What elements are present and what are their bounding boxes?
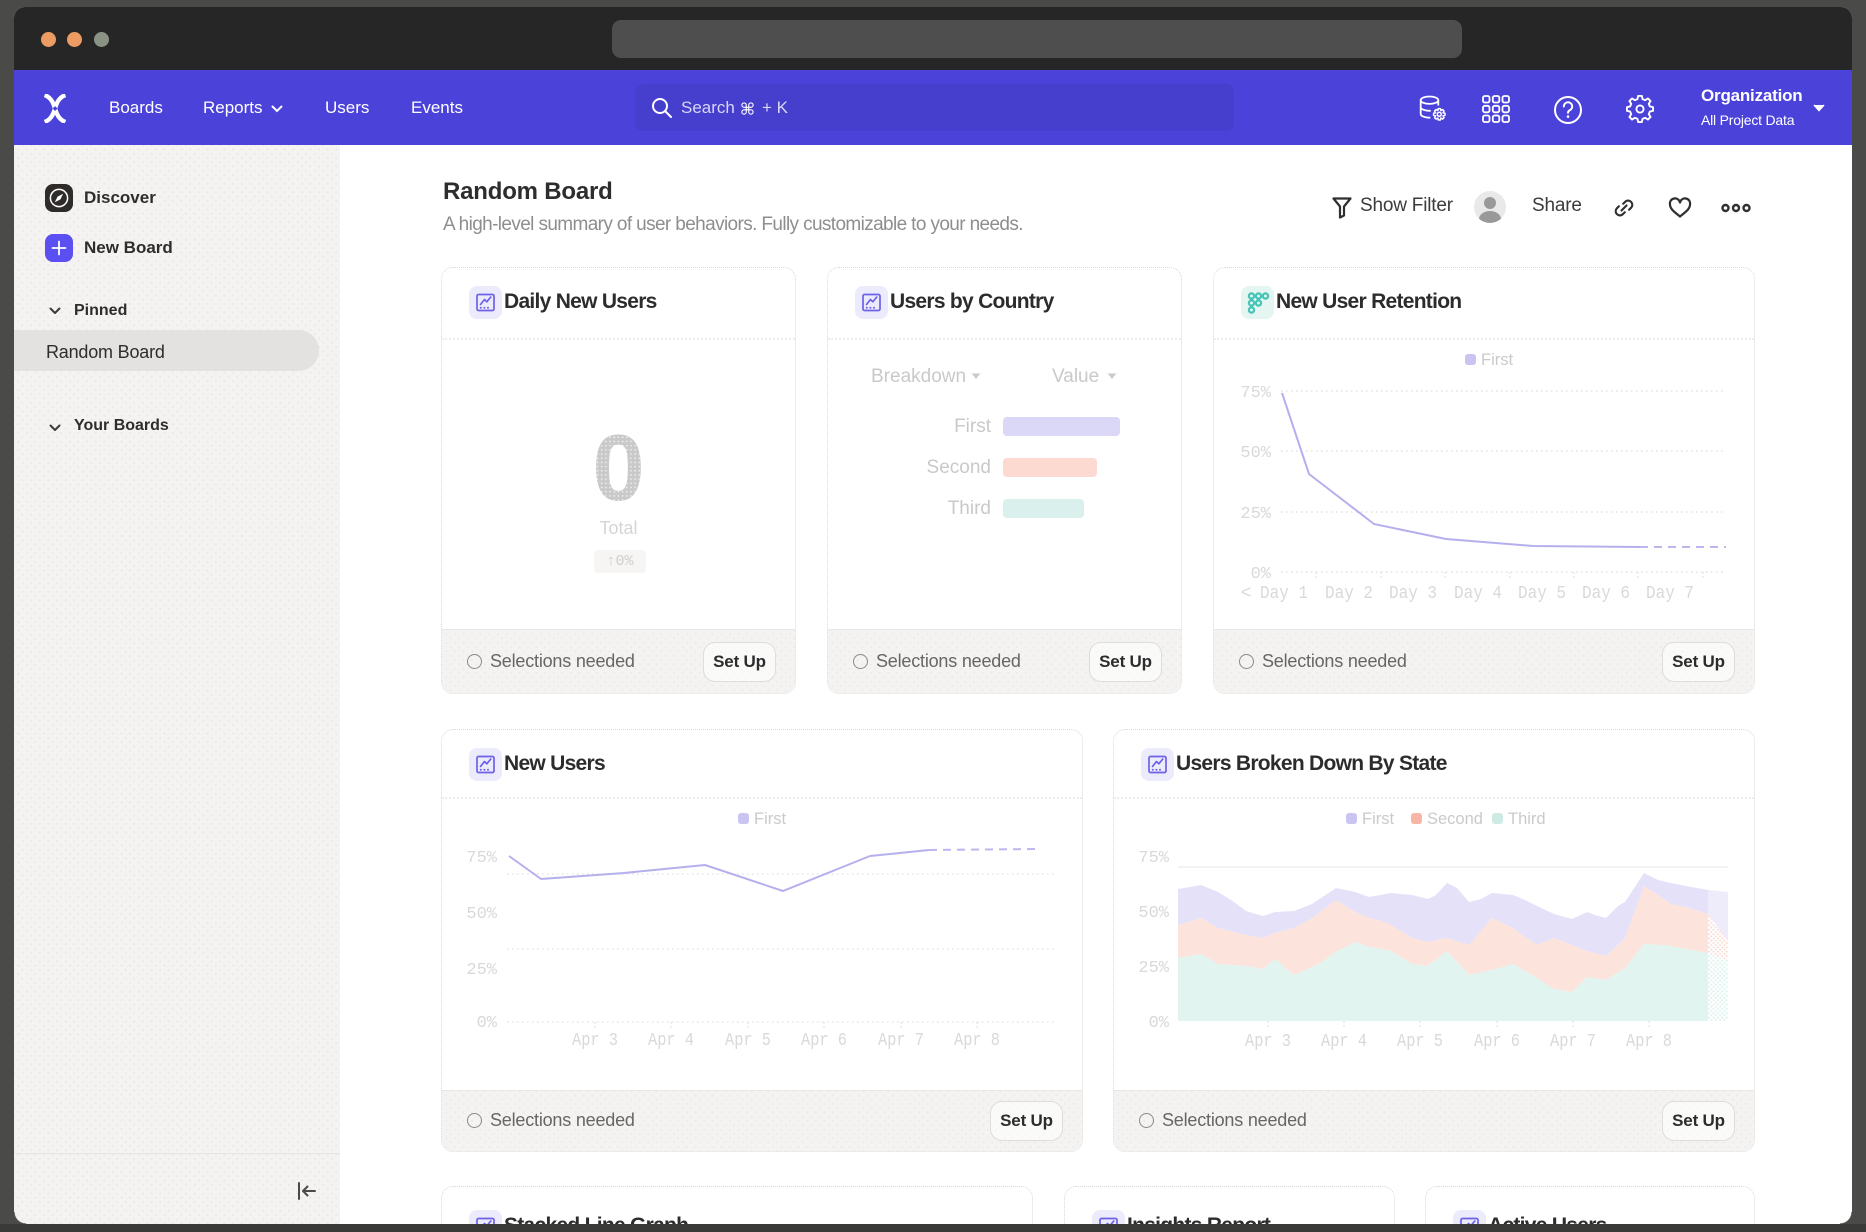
svg-text:First: First bbox=[754, 810, 786, 828]
svg-text:75%: 75% bbox=[1240, 384, 1271, 403]
svg-text:First: First bbox=[1362, 810, 1394, 828]
svg-text:0%: 0% bbox=[477, 1014, 498, 1033]
svg-text:Day 4: Day 4 bbox=[1454, 584, 1502, 604]
svg-text:25%: 25% bbox=[466, 961, 497, 980]
svg-text:Apr 5: Apr 5 bbox=[1397, 1032, 1443, 1052]
svg-text:75%: 75% bbox=[1138, 849, 1169, 868]
svg-text:Day 1: Day 1 bbox=[1260, 584, 1308, 604]
svg-text:First: First bbox=[1481, 351, 1513, 369]
svg-text:Second: Second bbox=[1427, 810, 1483, 828]
svg-text:25%: 25% bbox=[1240, 505, 1271, 524]
svg-text:Apr 7: Apr 7 bbox=[1550, 1032, 1596, 1052]
svg-text:Apr 6: Apr 6 bbox=[1474, 1032, 1520, 1052]
svg-text:Apr 8: Apr 8 bbox=[1626, 1032, 1672, 1052]
svg-text:Apr 3: Apr 3 bbox=[572, 1031, 618, 1051]
svg-text:Third: Third bbox=[1508, 810, 1546, 828]
svg-text:75%: 75% bbox=[466, 849, 497, 868]
svg-text:Apr 4: Apr 4 bbox=[648, 1031, 694, 1051]
svg-text:Apr 4: Apr 4 bbox=[1321, 1032, 1367, 1052]
svg-text:0%: 0% bbox=[1149, 1014, 1170, 1033]
svg-text:Day 6: Day 6 bbox=[1582, 584, 1630, 604]
svg-text:Apr 7: Apr 7 bbox=[878, 1031, 924, 1051]
svg-text:<: < bbox=[1241, 584, 1252, 604]
svg-text:Day 5: Day 5 bbox=[1518, 584, 1566, 604]
svg-text:Day 3: Day 3 bbox=[1389, 584, 1437, 604]
svg-text:Day 7: Day 7 bbox=[1646, 584, 1694, 604]
svg-text:Day 2: Day 2 bbox=[1325, 584, 1373, 604]
svg-text:50%: 50% bbox=[1240, 444, 1271, 463]
svg-text:Apr 6: Apr 6 bbox=[801, 1031, 847, 1051]
svg-text:Apr 3: Apr 3 bbox=[1245, 1032, 1291, 1052]
svg-text:Apr 8: Apr 8 bbox=[954, 1031, 1000, 1051]
svg-text:50%: 50% bbox=[466, 905, 497, 924]
svg-text:50%: 50% bbox=[1138, 904, 1169, 923]
svg-text:25%: 25% bbox=[1138, 959, 1169, 978]
svg-text:Apr 5: Apr 5 bbox=[725, 1031, 771, 1051]
svg-text:0%: 0% bbox=[1251, 565, 1272, 584]
